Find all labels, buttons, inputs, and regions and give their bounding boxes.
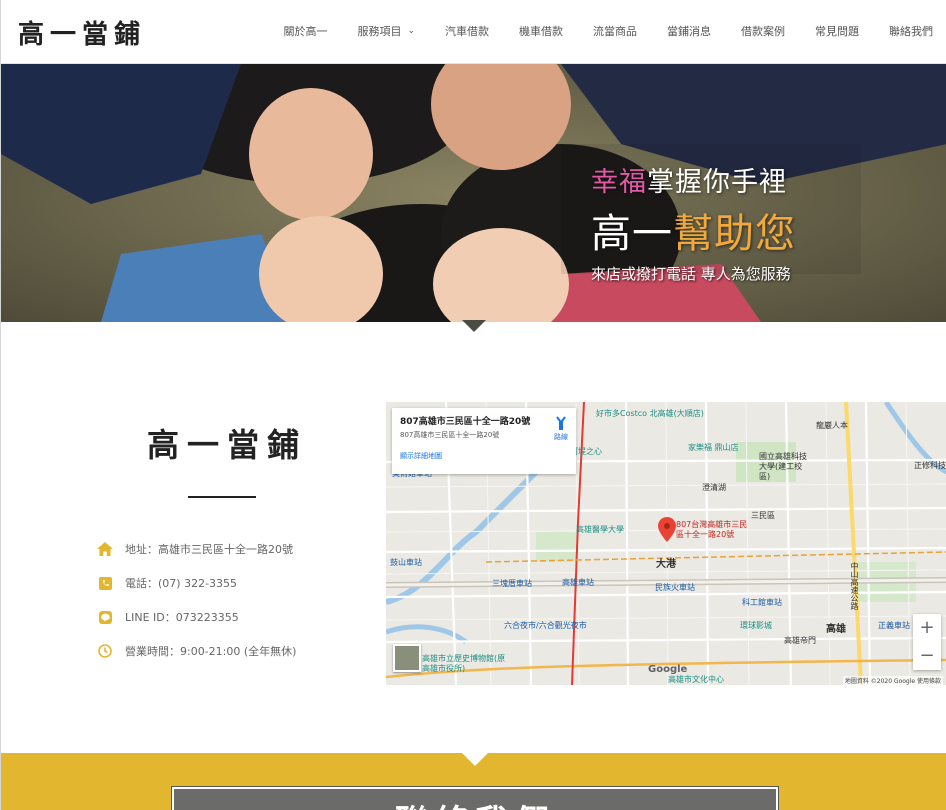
nav-label: 關於高一	[283, 25, 328, 38]
info-line: LINE ID：073223355	[97, 600, 296, 634]
store-info-list: 地址：高雄市三民區十全一路20號 電話：(07) 322-3355 LINE I…	[97, 532, 296, 668]
contact-title: 聯絡我們	[174, 795, 776, 810]
map-info-card: 807高雄市三民區十全一路20號 807高雄市三民區十全一路20號 顯示詳細地圖…	[392, 408, 576, 474]
map-card-address: 807高雄市三民區十全一路20號	[400, 431, 500, 439]
hero-banner: 幸福掌握你手裡 高一幫助您 來店或撥打電話 專人為您服務	[1, 64, 946, 322]
band-pointer	[462, 753, 488, 766]
info-hours: 營業時間：9:00-21:00 (全年無休)	[97, 634, 296, 668]
nav-item-scooter-loan[interactable]: 機車借款	[519, 23, 563, 39]
nav-label: 服務項目	[357, 25, 402, 38]
map-place-label: 環球影城	[740, 621, 772, 630]
nav-item-cases[interactable]: 借款案例	[741, 23, 785, 39]
hero-pointer	[462, 320, 486, 332]
map-place-label: 高雄醫學大學	[576, 525, 624, 534]
map-place-label: 龍巖人本	[816, 421, 848, 430]
nav-label: 常見問題	[815, 25, 859, 38]
nav-label: 汽車借款	[445, 25, 489, 38]
info-text: LINE ID：073223355	[125, 611, 239, 624]
nav-label: 機車借款	[519, 25, 563, 38]
nav-label: 當鋪消息	[667, 25, 711, 38]
map-attribution[interactable]: 地圖資料 ©2020 Google 使用條款	[842, 676, 943, 685]
map-place-label: 民族火車站	[655, 583, 695, 592]
info-text: 營業時間：9:00-21:00 (全年無休)	[125, 645, 297, 658]
chevron-down-icon: ⌄	[407, 26, 415, 36]
hero-photo	[1, 64, 946, 322]
map-place-label: 澄清湖	[702, 483, 726, 492]
clock-icon	[97, 643, 113, 659]
info-phone: 電話：(07) 322-3355	[97, 566, 296, 600]
zoom-in-button[interactable]: +	[913, 614, 941, 642]
hero-highlight-orange: 幫助您	[673, 211, 796, 257]
nav-item-contact[interactable]: 聯絡我們	[889, 23, 933, 39]
google-logo: Google	[648, 664, 688, 675]
map-zoom-control: + −	[913, 614, 941, 670]
nav-item-services[interactable]: 服務項目 ⌄	[357, 23, 415, 39]
directions-button[interactable]: 路線	[554, 416, 568, 442]
map-place-label: 好市多Costco 北高雄(大順店)	[596, 409, 704, 418]
line-icon	[97, 609, 113, 625]
hero-line-1: 幸福掌握你手裡	[591, 160, 796, 199]
zoom-out-button[interactable]: −	[913, 642, 941, 670]
map-place-label: 高雄市文化中心	[668, 675, 724, 684]
main-nav: 關於高一 服務項目 ⌄ 汽車借款 機車借款 流當商品 當鋪消息 借款案例 常見問題…	[253, 23, 933, 39]
map-place-label: 高雄帝門	[784, 636, 816, 645]
phone-icon	[97, 575, 113, 591]
directions-icon	[556, 416, 566, 430]
page: 高一當鋪 關於高一 服務項目 ⌄ 汽車借款 機車借款 流當商品 當鋪消息 借款案例…	[0, 0, 946, 810]
store-title: 高一當鋪	[147, 426, 308, 464]
map-place-label: 正義車站	[878, 621, 910, 630]
nav-item-news[interactable]: 當鋪消息	[667, 23, 711, 39]
map-place-label: 正修科技	[914, 461, 946, 470]
nav-label: 借款案例	[741, 25, 785, 38]
map-place-label: 國立高雄科技大學(建工校區)	[759, 452, 807, 481]
map-place-label: 高雄市立歷史博物館(原高雄市役所)	[422, 654, 506, 673]
hero-line-1-rest: 掌握你手裡	[647, 167, 787, 198]
nav-item-car-loan[interactable]: 汽車借款	[445, 23, 489, 39]
map-place-label: 鼓山車站	[390, 558, 422, 567]
map-place-label: 六合夜市/六合觀光夜市	[504, 621, 587, 630]
title-divider	[188, 496, 256, 498]
nav-item-forfeited-goods[interactable]: 流當商品	[593, 23, 637, 39]
map-place-label: 高雄	[826, 624, 846, 635]
info-address: 地址：高雄市三民區十全一路20號	[97, 532, 296, 566]
site-logo[interactable]: 高一當鋪	[18, 14, 146, 51]
map-card-title: 807高雄市三民區十全一路20號	[400, 417, 531, 427]
hero-line-2-plain: 高一	[591, 211, 673, 257]
info-text: 地址：高雄市三民區十全一路20號	[125, 543, 293, 556]
map-place-label: 家樂福 鼎山店	[688, 443, 739, 452]
hero-highlight-pink: 幸福	[591, 167, 647, 198]
map-place-label: 三塊厝車站	[492, 579, 532, 588]
map-pin-label: 807台灣高雄市三民區十全一路20號	[676, 520, 748, 539]
map-place-label: 科工館車站	[742, 598, 782, 607]
site-header: 高一當鋪 關於高一 服務項目 ⌄ 汽車借款 機車借款 流當商品 當鋪消息 借款案例…	[1, 0, 946, 64]
google-map[interactable]: 好市多Costco 北高雄(大順店) 家樂福 鼎山店 國立高雄科技大學(建工校區…	[386, 402, 946, 685]
map-place-label: 三民區	[751, 511, 775, 520]
satellite-toggle[interactable]	[393, 644, 421, 672]
nav-item-about[interactable]: 關於高一	[283, 23, 327, 39]
nav-label: 流當商品	[593, 25, 637, 38]
map-place-label: 高雄車站	[562, 578, 594, 587]
map-place-label: 大港	[656, 559, 676, 570]
directions-label: 路線	[554, 433, 568, 441]
info-text: 電話：(07) 322-3355	[125, 577, 238, 590]
nav-item-faq[interactable]: 常見問題	[815, 23, 859, 39]
hero-slogan: 幸福掌握你手裡 高一幫助您 來店或撥打電話 專人為您服務	[591, 160, 796, 284]
home-icon	[97, 541, 113, 557]
nav-label: 聯絡我們	[889, 25, 933, 38]
map-place-label: 中山高速公路	[850, 562, 859, 610]
hero-line-3: 來店或撥打電話 專人為您服務	[591, 265, 791, 283]
hero-line-2: 高一幫助您	[591, 201, 796, 259]
view-larger-map-link[interactable]: 顯示詳細地圖	[400, 451, 568, 461]
contact-heading-box: 聯絡我們	[171, 786, 779, 810]
